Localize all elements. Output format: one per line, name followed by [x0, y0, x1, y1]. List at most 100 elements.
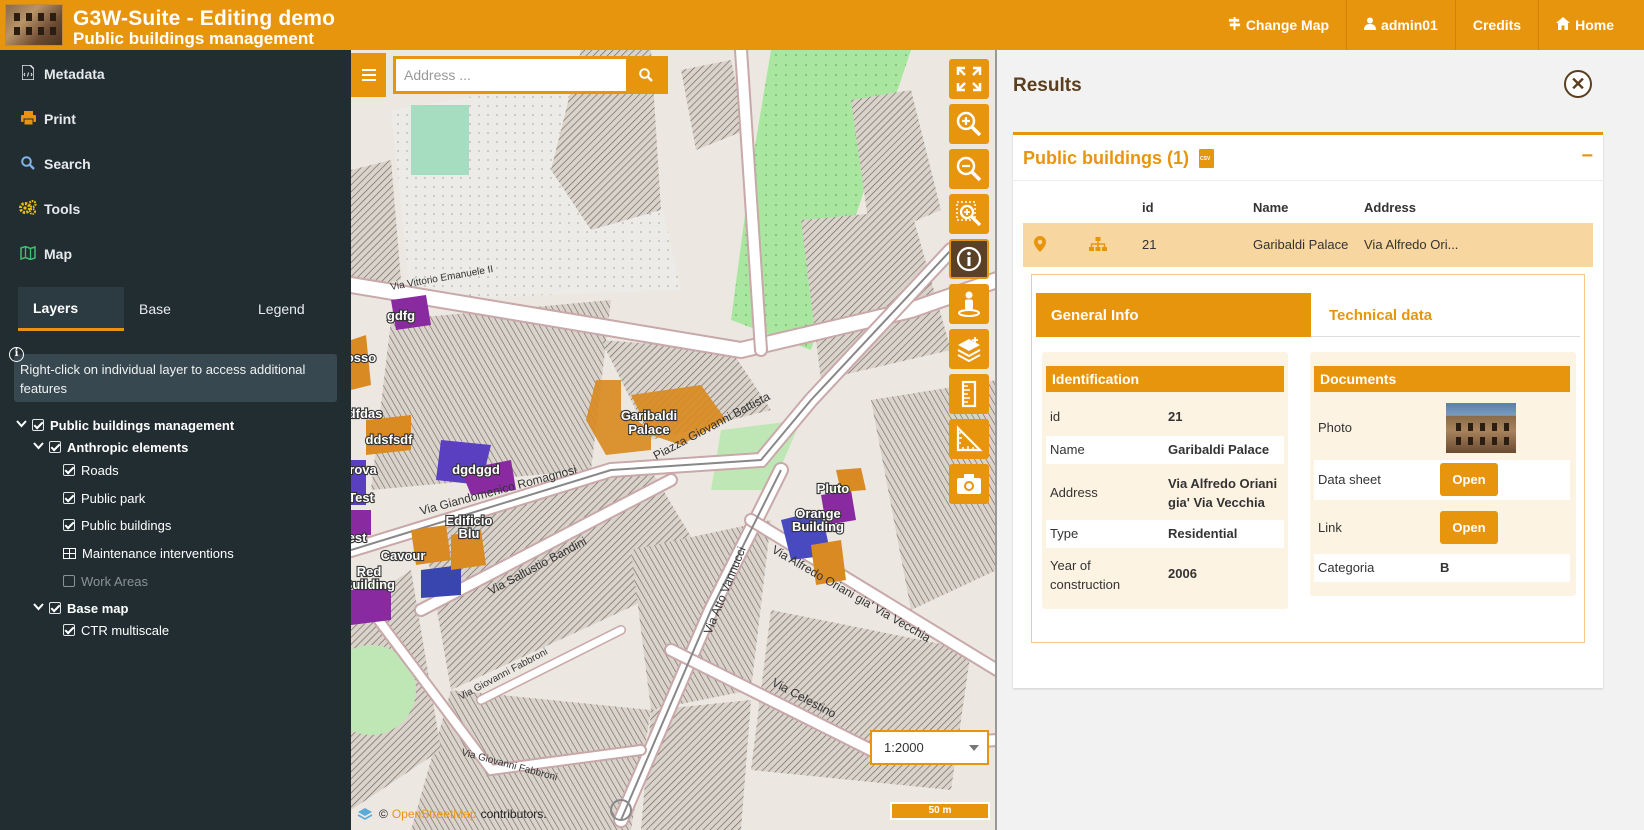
- tree-label: Public buildings management: [50, 417, 235, 433]
- column-header-id: id: [1142, 200, 1154, 215]
- zoom-out-button[interactable]: [949, 149, 989, 189]
- layer-checkbox[interactable]: [49, 441, 61, 453]
- layer-checkbox[interactable]: [63, 624, 75, 636]
- tree-layer-roads[interactable]: Roads: [63, 460, 119, 480]
- sidebar-item-tools[interactable]: Tools: [18, 197, 80, 221]
- layer-checkbox[interactable]: [63, 464, 75, 476]
- cell-id: 21: [1142, 237, 1157, 252]
- tree-layer-work-areas[interactable]: Work Areas: [63, 571, 148, 591]
- map-label-dfdas: dfdas: [351, 406, 382, 421]
- layers-button[interactable]: [949, 329, 989, 369]
- table-row[interactable]: 21 Garibaldi Palace Via Alfredo Ori...: [1023, 223, 1593, 267]
- scale-bar: 50 m: [890, 802, 990, 820]
- credits-label: Credits: [1472, 17, 1522, 33]
- chevron-down-icon[interactable]: [31, 441, 45, 453]
- streetview-icon: [958, 291, 980, 317]
- tree-label: Public park: [81, 490, 146, 506]
- attribution-prefix: ©: [379, 807, 388, 821]
- field-row: Photo: [1314, 402, 1570, 454]
- tree-group-public-buildings-management[interactable]: Public buildings management: [14, 415, 234, 435]
- tab-legend[interactable]: Legend: [230, 287, 336, 331]
- layer-checkbox[interactable]: [49, 602, 61, 614]
- results-title: Results: [1013, 75, 1082, 96]
- field-row: Data sheet Open: [1314, 460, 1570, 500]
- layers-stack-icon: [357, 808, 373, 820]
- layer-checkbox[interactable]: [63, 519, 75, 531]
- tree-layer-public-buildings[interactable]: Public buildings: [63, 515, 171, 535]
- cogs-icon: [18, 199, 38, 218]
- address-search-input[interactable]: [396, 59, 610, 91]
- field-row: Categoria B: [1314, 554, 1570, 582]
- streetview-button[interactable]: [949, 284, 989, 324]
- chevron-down-icon[interactable]: [14, 419, 28, 431]
- layer-checkbox[interactable]: [32, 419, 44, 431]
- sidebar-item-search[interactable]: Search: [18, 152, 91, 176]
- address-search: [393, 56, 668, 94]
- tab-base[interactable]: Base: [124, 287, 230, 331]
- tab-general-info[interactable]: General Info: [1036, 293, 1311, 337]
- toggle-sidebar-button[interactable]: [351, 53, 386, 97]
- tree-group-base-map[interactable]: Base map: [31, 598, 128, 618]
- measure-area-icon: [956, 425, 983, 452]
- header-nav: Change Map admin01 Credits Home: [1211, 0, 1644, 50]
- address-search-button[interactable]: [626, 59, 665, 91]
- results-panel: Results ✕ Public buildings (1) − id Name…: [997, 50, 1644, 830]
- tree-layer-maintenance-interventions[interactable]: Maintenance interventions: [63, 543, 234, 563]
- sitemap-icon[interactable]: [1089, 237, 1107, 254]
- scale-select[interactable]: 1:2000: [870, 730, 989, 765]
- tree-layer-ctr-multiscale[interactable]: CTR multiscale: [63, 620, 169, 640]
- field-value: Garibaldi Palace: [1168, 442, 1270, 457]
- query-info-button[interactable]: [949, 239, 989, 279]
- sidebar-item-print[interactable]: Print: [18, 107, 76, 131]
- file-code-icon: [18, 64, 38, 83]
- documents-header: Documents: [1314, 366, 1570, 392]
- map-label-rova: rova: [351, 462, 377, 477]
- map-basemap[interactable]: Via Giandomenico Romagnosi Via Sallustio…: [351, 50, 997, 830]
- results-layer-header[interactable]: Public buildings (1): [1023, 148, 1214, 169]
- map-marker-icon[interactable]: [1034, 236, 1046, 255]
- map-canvas[interactable]: Via Giandomenico Romagnosi Via Sallustio…: [351, 50, 997, 830]
- open-datasheet-button[interactable]: Open: [1440, 463, 1498, 496]
- openstreetmap-link[interactable]: OpenStreetMap: [392, 807, 477, 821]
- measure-area-button[interactable]: [949, 419, 989, 459]
- zoom-in-icon: [956, 111, 982, 137]
- fullscreen-button[interactable]: [949, 59, 989, 99]
- project-logo[interactable]: [5, 4, 63, 46]
- tab-technical-data[interactable]: Technical data: [1311, 293, 1579, 337]
- layer-checkbox[interactable]: [63, 492, 75, 504]
- field-value: Residential: [1168, 526, 1238, 541]
- chevron-down-icon[interactable]: [31, 602, 45, 614]
- tree-group-anthropic-elements[interactable]: Anthropic elements: [31, 437, 188, 457]
- credits-button[interactable]: Credits: [1454, 0, 1538, 50]
- field-label: Categoria: [1318, 560, 1375, 575]
- field-label: Type: [1050, 526, 1079, 541]
- close-results-button[interactable]: ✕: [1564, 70, 1592, 98]
- map-label-gdfg: gdfg: [387, 308, 415, 323]
- measure-length-icon: [961, 380, 977, 408]
- building-photo[interactable]: [1446, 403, 1516, 453]
- collapse-layer-button[interactable]: −: [1581, 145, 1593, 168]
- column-header-name: Name: [1253, 200, 1289, 215]
- zoom-box-button[interactable]: [949, 194, 989, 234]
- layer-checkbox[interactable]: [63, 575, 75, 587]
- field-label: Link: [1318, 520, 1342, 535]
- user-menu-button[interactable]: admin01: [1346, 0, 1455, 50]
- open-link-button[interactable]: Open: [1440, 511, 1498, 544]
- sidebar-item-label: Map: [44, 246, 72, 262]
- tree-layer-public-park[interactable]: Public park: [63, 488, 145, 508]
- screenshot-button[interactable]: [949, 464, 989, 504]
- csv-download-icon[interactable]: [1199, 149, 1214, 168]
- tab-layers[interactable]: Layers: [18, 287, 124, 331]
- zoom-in-button[interactable]: [949, 104, 989, 144]
- change-map-button[interactable]: Change Map: [1211, 0, 1346, 50]
- caret-down-icon: [969, 745, 979, 751]
- sidebar-item-metadata[interactable]: Metadata: [18, 62, 105, 86]
- scale-value: 1:2000: [884, 740, 924, 755]
- sidebar-item-map[interactable]: Map: [18, 242, 72, 266]
- map-label-cavour: Cavour: [381, 548, 426, 563]
- measure-length-button[interactable]: [949, 374, 989, 414]
- search-icon: [638, 68, 653, 82]
- home-button[interactable]: Home: [1538, 0, 1644, 50]
- field-value: 2006: [1168, 566, 1197, 581]
- info-icon: [956, 246, 982, 272]
